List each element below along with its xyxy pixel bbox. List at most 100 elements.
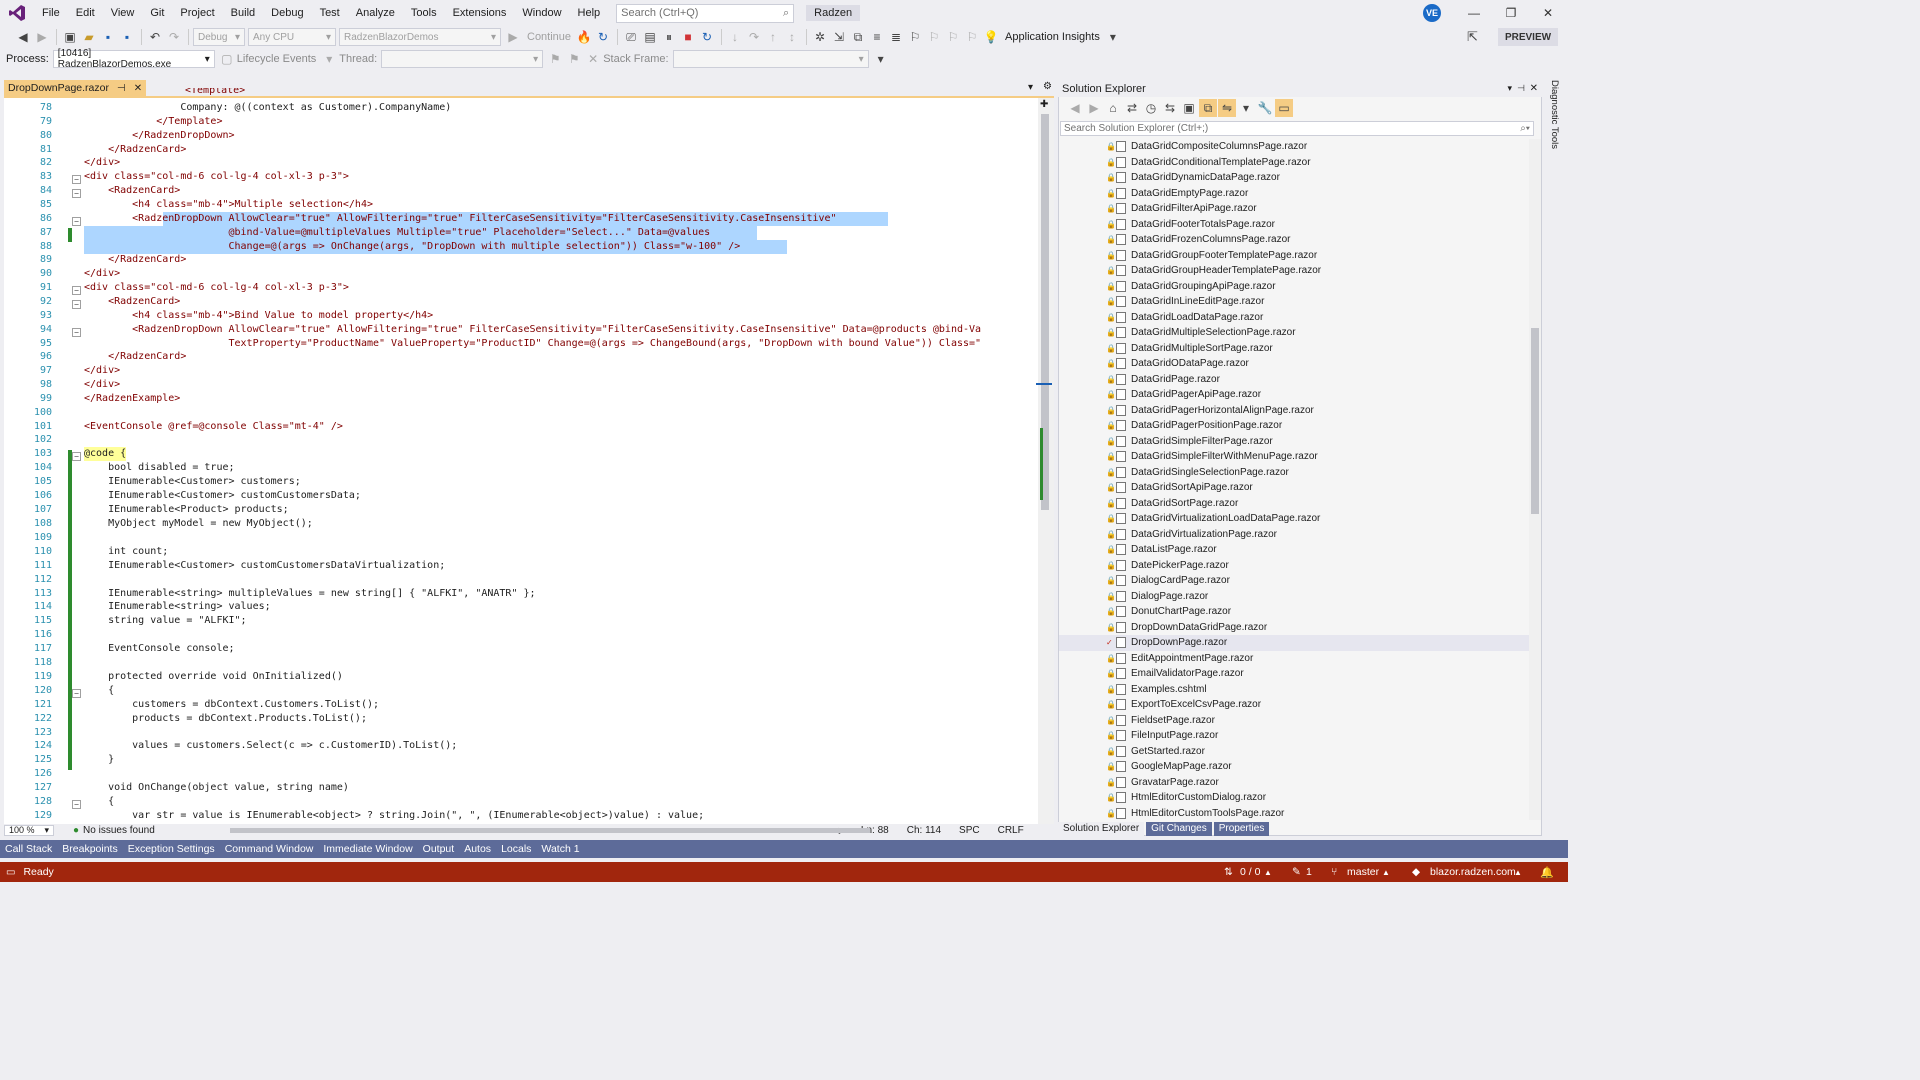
menu-test[interactable]: Test — [312, 0, 348, 26]
file-tree-item[interactable]: ✓ DropDownPage.razor — [1059, 635, 1529, 651]
file-tree-item[interactable]: 🔒 DialogPage.razor — [1059, 589, 1529, 605]
solution-explorer-search-input[interactable]: Search Solution Explorer (Ctrl+;) ⌕▾ — [1060, 121, 1534, 136]
startup-project-dropdown[interactable]: RadzenBlazorDemos ▾ — [339, 28, 501, 46]
save-icon[interactable]: ▪ — [99, 28, 117, 46]
menu-git[interactable]: Git — [142, 0, 172, 26]
fold-toggle[interactable]: − — [72, 689, 81, 698]
branch-name[interactable]: master — [1347, 866, 1379, 878]
file-tree-item[interactable]: 🔒 FieldsetPage.razor — [1059, 713, 1529, 729]
notifications-bell-icon[interactable]: 🔔 — [1540, 866, 1554, 879]
save-all-icon[interactable]: ▪ — [118, 28, 136, 46]
preview-badge[interactable]: PREVIEW — [1498, 28, 1558, 46]
collapse-all-icon[interactable]: ▣ — [1180, 99, 1198, 117]
layout-icon[interactable]: ▤ — [641, 28, 659, 46]
back-icon[interactable]: ◀ — [1066, 99, 1084, 117]
file-tree-item[interactable]: 🔒 DataGridVirtualizationPage.razor — [1059, 527, 1529, 543]
file-tree-item[interactable]: 🔒 DatePickerPage.razor — [1059, 558, 1529, 574]
split-editor-icon[interactable]: ✚ — [1040, 99, 1048, 110]
git-changes-count[interactable]: 0 / 0 — [1240, 866, 1260, 878]
menu-help[interactable]: Help — [570, 0, 609, 26]
file-tree-item[interactable]: 🔒 DataGridConditionalTemplatePage.razor — [1059, 155, 1529, 171]
issues-indicator[interactable]: No issues found — [83, 825, 155, 836]
column-indicator[interactable]: Ch: 114 — [907, 825, 941, 836]
stop-icon[interactable]: ■ — [679, 28, 697, 46]
close-tab-icon[interactable]: ✕ — [134, 83, 142, 94]
file-tree-item[interactable]: 🔒 DataGridPagerApiPage.razor — [1059, 387, 1529, 403]
hex-display-icon[interactable]: ✲ — [811, 28, 829, 46]
visual-studio-logo-icon[interactable] — [0, 0, 34, 26]
file-tree-item[interactable]: 🔒 DataGridVirtualizationLoadDataPage.razo… — [1059, 511, 1529, 527]
close-window-button[interactable]: ✕ — [1530, 0, 1566, 26]
platform-dropdown[interactable]: Any CPU ▾ — [248, 28, 336, 46]
file-tree-item[interactable]: 🔒 DataGridSingleSelectionPage.razor — [1059, 465, 1529, 481]
tab-git-changes[interactable]: Git Changes — [1146, 822, 1212, 836]
live-share-icon[interactable]: ⇱ — [1467, 29, 1478, 45]
thread-icon[interactable]: ⇲ — [830, 28, 848, 46]
process-dropdown[interactable]: [10416] RadzenBlazorDemos.exe ▾ — [52, 48, 215, 70]
tab-solution-explorer[interactable]: Solution Explorer — [1058, 822, 1145, 836]
menu-view[interactable]: View — [103, 0, 143, 26]
lightbulb-icon[interactable]: 💡 — [982, 28, 1000, 46]
zoom-dropdown[interactable]: 100 % ▾ — [4, 824, 54, 836]
tab-dropdownpage-razor[interactable]: DropDownPage.razor ⊣ ✕ — [4, 80, 147, 96]
tab-autos[interactable]: Autos — [459, 840, 496, 858]
home-icon[interactable]: ⌂ — [1104, 99, 1122, 117]
tab-exception-settings[interactable]: Exception Settings — [123, 840, 220, 858]
tab-watch-1[interactable]: Watch 1 — [536, 840, 584, 858]
file-tree-item[interactable]: 🔒 DataGridFrozenColumnsPage.razor — [1059, 232, 1529, 248]
fold-toggle[interactable]: − — [72, 175, 81, 184]
line-ending-indicator[interactable]: CRLF — [998, 825, 1024, 836]
tab-properties[interactable]: Properties — [1213, 822, 1270, 836]
forward-icon[interactable]: ▶ — [1085, 99, 1103, 117]
run-to-cursor-icon[interactable]: ↕ — [783, 28, 801, 46]
file-tree-item[interactable]: 🔒 DataListPage.razor — [1059, 542, 1529, 558]
file-tree-item[interactable]: 🔒 DropDownDataGridPage.razor — [1059, 620, 1529, 636]
continue-button[interactable]: Continue — [527, 31, 571, 43]
tab-immediate-window[interactable]: Immediate Window — [318, 840, 417, 858]
properties-wrench-icon[interactable]: 🔧 — [1256, 99, 1274, 117]
refresh-icon[interactable]: ↻ — [594, 28, 612, 46]
step-over-icon[interactable]: ↷ — [745, 28, 763, 46]
file-tree-item[interactable]: 🔒 DataGridMultipleSortPage.razor — [1059, 341, 1529, 357]
redo-icon[interactable]: ↷ — [165, 28, 183, 46]
tab-call-stack[interactable]: Call Stack — [0, 840, 57, 858]
application-insights-button[interactable]: Application Insights — [1005, 31, 1100, 43]
menu-edit[interactable]: Edit — [68, 0, 103, 26]
restart-icon[interactable]: ↻ — [698, 28, 716, 46]
switch-views-icon[interactable]: ⇄ — [1123, 99, 1141, 117]
lifecycle-events-icon[interactable]: ▢ — [218, 50, 236, 68]
file-tree-item[interactable]: 🔒 DataGridCompositeColumnsPage.razor — [1059, 139, 1529, 155]
file-tree-item[interactable]: 🔒 DataGridSimpleFilterWithMenuPage.razor — [1059, 449, 1529, 465]
restore-button[interactable]: ❐ — [1493, 0, 1529, 26]
file-tree-item[interactable]: 🔒 DataGridODataPage.razor — [1059, 356, 1529, 372]
filter-thread-icon[interactable]: ⚑ — [565, 50, 583, 68]
close-panel-icon[interactable]: ✕ — [1530, 83, 1538, 94]
search-input[interactable]: Search (Ctrl+Q) ⌕ — [616, 3, 795, 23]
menu-debug[interactable]: Debug — [263, 0, 311, 26]
whitespace-indicator[interactable]: SPC — [959, 825, 980, 836]
tab-list-dropdown-icon[interactable]: ▾ — [1028, 82, 1033, 93]
back-icon[interactable]: ◀ — [14, 28, 32, 46]
scrollbar-thumb[interactable] — [1531, 328, 1539, 514]
browser-link-icon[interactable]: ⎚ — [622, 28, 640, 46]
tasks-icon[interactable]: ⧉ — [849, 28, 867, 46]
sync-icon[interactable]: ⇆ — [1161, 99, 1179, 117]
tab-locals[interactable]: Locals — [496, 840, 536, 858]
pause-icon[interactable]: ⏸ — [660, 28, 678, 46]
minimize-button[interactable]: — — [1456, 0, 1492, 26]
file-tree-item[interactable]: 🔒 DataGridInLineEditPage.razor — [1059, 294, 1529, 310]
sync-with-active-icon[interactable]: ⇋ — [1218, 99, 1236, 117]
file-tree-item[interactable]: 🔒 DataGridSortPage.razor — [1059, 496, 1529, 512]
file-tree-item[interactable]: 🔒 DataGridPage.razor — [1059, 372, 1529, 388]
tab-output[interactable]: Output — [418, 840, 460, 858]
menu-project[interactable]: Project — [172, 0, 222, 26]
continue-icon[interactable]: ▶ — [504, 28, 522, 46]
file-tree-item[interactable]: 🔒 DonutChartPage.razor — [1059, 604, 1529, 620]
pending-changes-icon[interactable]: ◷ — [1142, 99, 1160, 117]
comment-icon[interactable]: ≡ — [868, 28, 886, 46]
file-tree-item[interactable]: 🔒 GoogleMapPage.razor — [1059, 759, 1529, 775]
menu-file[interactable]: File — [34, 0, 68, 26]
configuration-dropdown[interactable]: Debug ▾ — [193, 28, 245, 46]
menu-window[interactable]: Window — [514, 0, 569, 26]
menu-analyze[interactable]: Analyze — [348, 0, 403, 26]
